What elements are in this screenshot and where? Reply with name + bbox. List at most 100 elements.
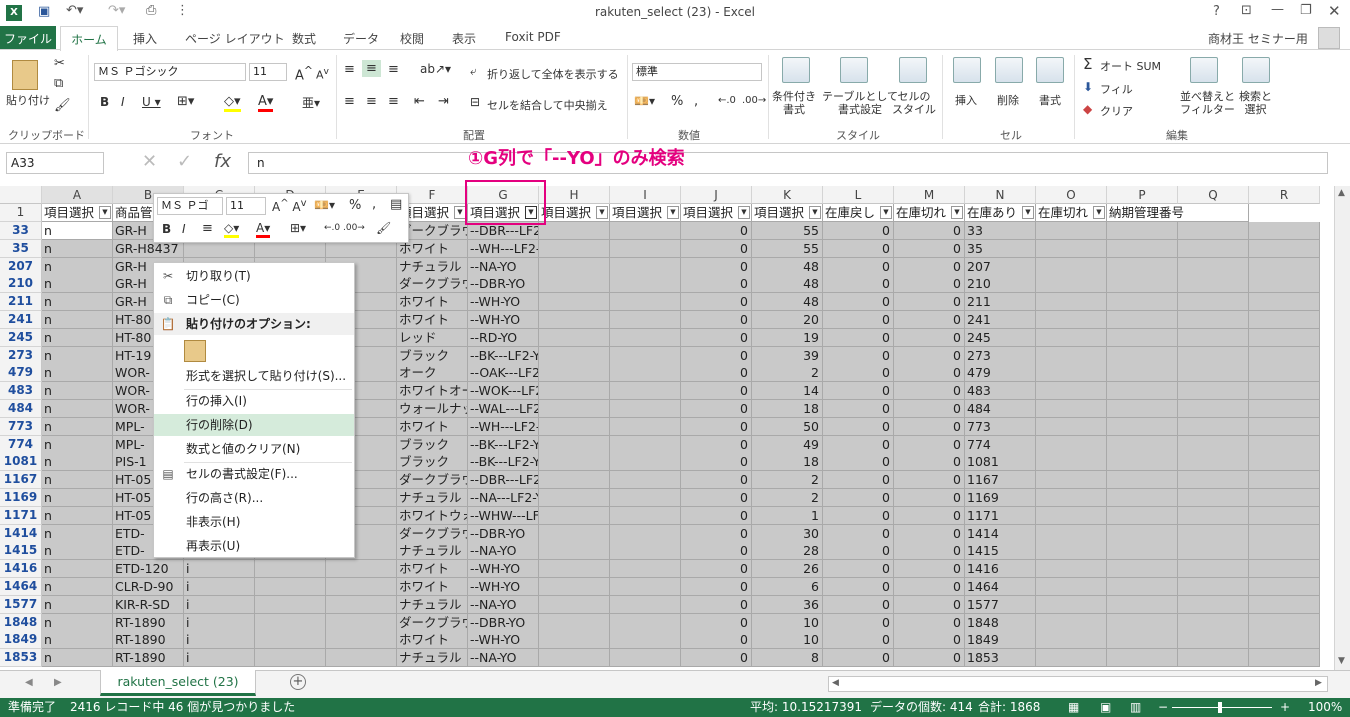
table-cell[interactable] (1036, 346, 1107, 365)
table-cell[interactable]: 0 (894, 311, 965, 329)
table-cell[interactable]: 33 (965, 222, 1036, 240)
table-cell[interactable]: --WH---LF2-YO (468, 239, 539, 258)
conditional-format-icon[interactable] (782, 57, 810, 83)
table-cell[interactable]: 0 (894, 239, 965, 258)
table-cell[interactable] (539, 417, 610, 436)
row-header[interactable]: 1848 (0, 613, 42, 632)
table-cell[interactable] (255, 613, 326, 632)
table-cell[interactable] (1178, 542, 1249, 561)
format-as-table-icon[interactable] (840, 57, 868, 83)
row-header[interactable]: 241 (0, 311, 42, 329)
table-cell[interactable] (1178, 471, 1249, 490)
menu-delete-row[interactable]: 行の削除(D) (154, 414, 354, 436)
table-cell[interactable]: i (184, 649, 255, 668)
table-cell[interactable] (1107, 311, 1178, 329)
table-cell[interactable] (1036, 471, 1107, 490)
table-cell[interactable]: 28 (752, 542, 823, 561)
table-cell[interactable] (1036, 275, 1107, 294)
table-cell[interactable] (610, 560, 681, 579)
table-cell[interactable]: 0 (894, 346, 965, 365)
table-cell[interactable] (1036, 257, 1107, 276)
table-cell[interactable]: 0 (681, 524, 752, 543)
add-sheet-icon[interactable]: + (290, 674, 306, 690)
table-cell[interactable]: 0 (681, 222, 752, 240)
table-cell[interactable]: --NA-YO (468, 257, 539, 276)
table-cell[interactable]: --NA-YO (468, 542, 539, 561)
table-cell[interactable] (1107, 489, 1178, 507)
table-cell[interactable]: 0 (681, 311, 752, 329)
table-cell[interactable] (1107, 471, 1178, 490)
merge-icon[interactable]: ⊟ (470, 95, 480, 109)
table-cell[interactable] (1178, 417, 1249, 436)
table-cell[interactable] (1178, 275, 1249, 294)
autosum-button[interactable]: オート SUM (1100, 58, 1161, 74)
table-cell[interactable]: 245 (965, 328, 1036, 347)
table-cell[interactable]: ブラック (397, 346, 468, 365)
column-header[interactable]: Q (1178, 186, 1249, 204)
table-cell[interactable]: 0 (894, 613, 965, 632)
table-cell[interactable]: n (42, 524, 113, 543)
table-cell[interactable] (1107, 649, 1178, 668)
help-icon[interactable]: ? (1213, 4, 1220, 19)
table-cell[interactable]: --DBR-YO (468, 524, 539, 543)
filter-header-cell[interactable]: 項目選択 ▼ (42, 204, 113, 222)
table-cell[interactable] (539, 435, 610, 454)
row-header[interactable]: 1414 (0, 524, 42, 543)
table-cell[interactable] (1178, 382, 1249, 401)
filter-dropdown-icon[interactable]: ▼ (1093, 206, 1105, 219)
table-cell[interactable]: ナチュラル (397, 257, 468, 276)
table-cell[interactable]: 0 (823, 239, 894, 258)
tab-foxit-pdf[interactable]: Foxit PDF (505, 30, 561, 44)
filter-header-cell[interactable]: 項目選択 ▼ (752, 204, 823, 222)
table-cell[interactable]: 0 (894, 257, 965, 276)
table-cell[interactable]: 0 (823, 400, 894, 418)
table-cell[interactable]: --DBR-YO (468, 275, 539, 294)
menu-hide[interactable]: 非表示(H) (154, 511, 354, 533)
table-cell[interactable]: --WHW---LF2-YO (468, 506, 539, 525)
table-cell[interactable] (610, 471, 681, 490)
table-cell[interactable] (1107, 364, 1178, 383)
table-cell[interactable]: 30 (752, 524, 823, 543)
filter-dropdown-icon[interactable]: ▼ (809, 206, 821, 219)
table-cell[interactable]: ブラック (397, 435, 468, 454)
column-header[interactable]: A (42, 186, 113, 204)
table-cell[interactable] (1036, 542, 1107, 561)
table-cell[interactable]: 0 (681, 560, 752, 579)
table-cell[interactable]: 0 (894, 506, 965, 525)
table-cell[interactable]: 773 (965, 417, 1036, 436)
delete-cells-icon[interactable] (995, 57, 1023, 83)
delete-cells-button[interactable]: 削除 (997, 92, 1019, 108)
font-name-select[interactable]: ＭＳ Ｐゴシック (94, 63, 246, 81)
table-cell[interactable] (326, 578, 397, 596)
mini-increase-decimal-icon[interactable]: ←.0 .00→ (324, 223, 365, 233)
table-cell[interactable] (1249, 613, 1320, 632)
table-cell[interactable]: RT-1890 (113, 649, 184, 668)
table-cell[interactable] (1249, 631, 1320, 650)
table-cell[interactable] (539, 542, 610, 561)
bold-icon[interactable]: B (100, 95, 109, 109)
table-cell[interactable] (1249, 222, 1320, 240)
page-break-view-icon[interactable]: ▥ (1130, 698, 1141, 717)
table-cell[interactable] (539, 524, 610, 543)
table-cell[interactable] (1249, 542, 1320, 561)
table-cell[interactable] (255, 578, 326, 596)
table-cell[interactable] (1036, 311, 1107, 329)
table-cell[interactable]: 1167 (965, 471, 1036, 490)
table-cell[interactable]: --BK---LF2-YO (468, 435, 539, 454)
table-cell[interactable]: RT-1890 (113, 613, 184, 632)
row-header[interactable]: 1464 (0, 578, 42, 596)
table-cell[interactable]: 18 (752, 400, 823, 418)
table-cell[interactable]: --WOK---LF2-YO (468, 382, 539, 401)
table-cell[interactable] (1178, 649, 1249, 668)
table-cell[interactable]: n (42, 560, 113, 579)
table-cell[interactable] (1178, 578, 1249, 596)
row-header[interactable]: 210 (0, 275, 42, 294)
table-cell[interactable] (1178, 595, 1249, 614)
table-cell[interactable]: 0 (823, 257, 894, 276)
table-cell[interactable] (1249, 311, 1320, 329)
table-cell[interactable] (1249, 471, 1320, 490)
menu-cut[interactable]: ✂ 切り取り(T) (154, 265, 354, 287)
table-cell[interactable] (1178, 489, 1249, 507)
table-cell[interactable] (1178, 631, 1249, 650)
table-cell[interactable]: 48 (752, 293, 823, 312)
